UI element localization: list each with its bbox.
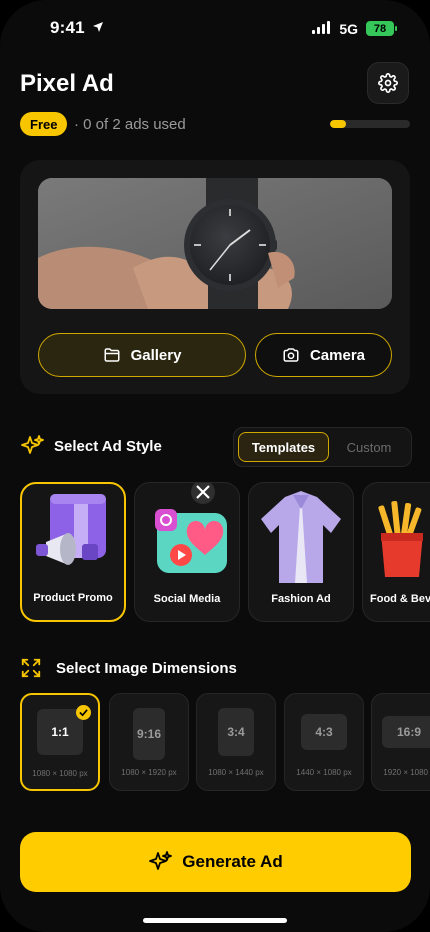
dimensions-section-header: Select Image Dimensions	[20, 657, 237, 679]
ratio-label: 3:4	[218, 708, 254, 756]
ratio-label: 16:9	[382, 716, 430, 748]
gallery-button[interactable]: Gallery	[38, 333, 246, 377]
sparkles-icon	[149, 851, 173, 870]
template-tile-product-promo[interactable]: Product Promo	[20, 482, 126, 622]
generate-ad-label: Generate Ad	[182, 852, 283, 871]
uploaded-product-photo[interactable]	[38, 178, 392, 309]
camera-icon	[283, 348, 299, 362]
image-upload-card: Gallery Camera	[20, 160, 410, 394]
usage-text: · 0 of 2 ads used	[74, 116, 186, 133]
dimensions-title: Select Image Dimensions	[56, 659, 237, 677]
location-arrow-icon	[93, 22, 103, 32]
dimension-option-3-4[interactable]: 3:4 1080 × 1440 px	[196, 693, 276, 791]
template-tile-fashion-ad[interactable]: Fashion Ad	[248, 482, 354, 622]
sparkles-icon	[21, 435, 44, 454]
pixel-size-label: 1080 × 1920 px	[121, 768, 177, 777]
custom-tab[interactable]: Custom	[332, 432, 406, 462]
generate-ad-button[interactable]: Generate Ad	[20, 832, 411, 892]
template-label: Social Media	[153, 593, 221, 605]
watch-photo-illustration	[38, 178, 392, 309]
style-mode-toggle: Templates Custom	[233, 427, 412, 467]
selected-check-icon	[76, 705, 91, 720]
cellular-signal-icon	[312, 21, 330, 34]
gallery-label: Gallery	[130, 346, 182, 364]
battery-tip	[395, 26, 397, 31]
ratio-label: 9:16	[133, 708, 165, 760]
gear-icon	[378, 73, 398, 93]
status-time: 9:41	[50, 18, 85, 37]
pixel-size-label: 1080 × 1440 px	[208, 768, 264, 777]
expand-icon	[21, 658, 41, 678]
template-label: Product Promo	[33, 592, 113, 604]
ratio-label: 4:3	[301, 714, 347, 750]
dimension-option-16-9[interactable]: 16:9 1920 × 1080 px	[371, 693, 430, 791]
battery-icon: 78	[366, 21, 394, 36]
home-indicator[interactable]	[143, 918, 287, 923]
status-bar: 9:41 5G 78	[0, 0, 430, 60]
dimension-option-1-1[interactable]: 1:1 1080 × 1080 px	[20, 693, 100, 791]
camera-button[interactable]: Camera	[255, 333, 392, 377]
network-label: 5G	[339, 21, 358, 37]
app-title: Pixel Ad	[20, 70, 114, 97]
dimension-option-4-3[interactable]: 4:3 1440 × 1080 px	[284, 693, 364, 791]
ad-style-title: Select Ad Style	[54, 437, 162, 455]
pixel-size-label: 1920 × 1080 px	[383, 768, 430, 777]
usage-progress-bar	[330, 120, 410, 128]
app-screen: 9:41 5G 78 Pixel Ad Free · 0 of 2 ads us…	[0, 0, 430, 932]
template-tile-social-media[interactable]: Social Media	[134, 482, 240, 622]
ad-style-section-header: Select Ad Style	[20, 434, 162, 458]
folder-icon	[104, 348, 120, 362]
template-label: Fashion Ad	[271, 593, 331, 605]
pixel-size-label: 1080 × 1080 px	[32, 769, 88, 778]
camera-label: Camera	[309, 346, 366, 364]
settings-button[interactable]	[367, 62, 409, 104]
template-label: Food & Beve	[370, 593, 430, 605]
usage-progress-fill	[330, 120, 346, 128]
template-tile-food-beverage[interactable]: Food & Beve	[362, 482, 430, 622]
plan-badge: Free	[20, 112, 68, 136]
battery-level: 78	[373, 22, 387, 35]
pixel-size-label: 1440 × 1080 px	[296, 768, 352, 777]
templates-tab[interactable]: Templates	[238, 432, 329, 462]
dimension-option-9-16[interactable]: 9:16 1080 × 1920 px	[109, 693, 189, 791]
